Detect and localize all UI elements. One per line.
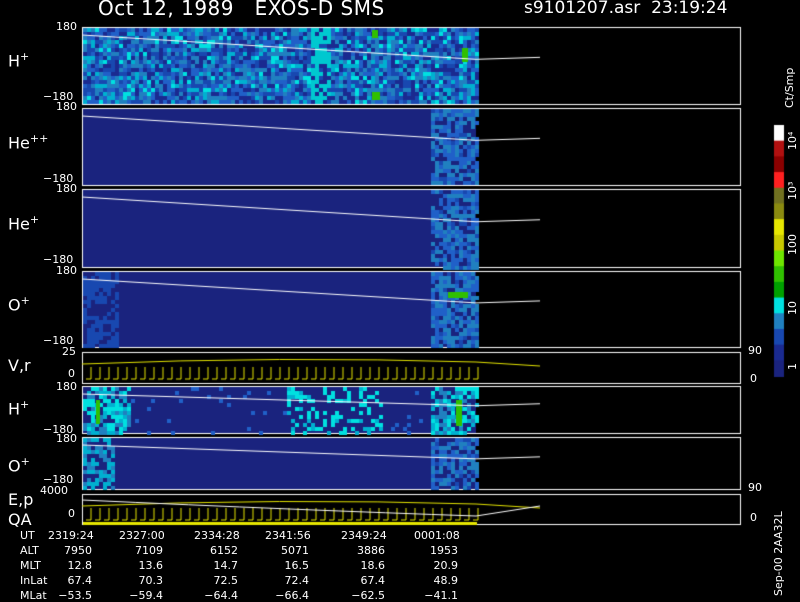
ytick-vr-bot: 0 xyxy=(68,367,75,380)
colorbar-tick-4: 1 xyxy=(786,363,799,370)
ephemeris-cell: 16.5 xyxy=(284,559,310,572)
ytick-hplus2-top: 180 xyxy=(56,380,77,393)
ytick-op2-top: 180 xyxy=(56,432,77,445)
panel-label-h-plus-2: H+ xyxy=(8,398,30,419)
panel-label-qa: QA xyxy=(8,510,32,529)
ephemeris-cell: 70.3 xyxy=(138,574,164,587)
rtick-vr-bot: 0 xyxy=(750,372,757,385)
ephemeris-cell: 14.7 xyxy=(213,559,239,572)
ephemeris-row-label: MLT xyxy=(20,559,41,572)
ephemeris-cell: 67.4 xyxy=(360,574,386,587)
ephemeris-row-label: MLat xyxy=(20,589,47,602)
ephemeris-cell: −59.4 xyxy=(129,589,163,602)
panel-label-he-plus: He+ xyxy=(8,213,40,234)
ephemeris-row-label: ALT xyxy=(20,544,39,557)
ephemeris-cell: 2334:28 xyxy=(194,529,240,542)
ephemeris-cell: 72.5 xyxy=(213,574,239,587)
rtick-vr-top: 90 xyxy=(748,344,762,357)
rtick-ep-top: 90 xyxy=(748,481,762,494)
ytick-hplus-top: 180 xyxy=(56,20,77,33)
colorbar-tick-3: 10 xyxy=(786,301,799,315)
colorbar-tick-0: 10⁴ xyxy=(786,131,799,150)
ytick-op-top: 180 xyxy=(56,264,77,277)
ytick-ep-top: 4000 xyxy=(40,484,68,497)
colorbar-tick-1: 10³ xyxy=(786,181,799,200)
colorbar-unit: Ct/Smp xyxy=(783,67,796,108)
ephemeris-cell: 48.9 xyxy=(433,574,459,587)
ephemeris-cell: 7950 xyxy=(64,544,92,557)
ephemeris-row-label: InLat xyxy=(20,574,48,587)
ephemeris-cell: 2341:56 xyxy=(265,529,311,542)
ytick-hepp-top: 180 xyxy=(56,100,77,113)
panel-label-h-plus: H+ xyxy=(8,50,30,71)
ephemeris-cell: 13.6 xyxy=(138,559,164,572)
ephemeris-cell: 7109 xyxy=(135,544,163,557)
ephemeris-cell: 72.4 xyxy=(284,574,310,587)
ephemeris-cell: 1953 xyxy=(430,544,458,557)
ephemeris-cell: 67.4 xyxy=(67,574,93,587)
rtick-ep-bot: 0 xyxy=(750,511,757,524)
panel-label-he-plusplus: He++ xyxy=(8,132,49,153)
file-name: s9101207.asr 23:19:24 xyxy=(524,0,728,18)
ephemeris-cell: −62.5 xyxy=(351,589,385,602)
ephemeris-cell: −53.5 xyxy=(58,589,92,602)
ephemeris-cell: 2349:24 xyxy=(341,529,387,542)
ephemeris-cell: 18.6 xyxy=(360,559,386,572)
ytick-hep-top: 180 xyxy=(56,182,77,195)
ephemeris-cell: 2327:00 xyxy=(119,529,165,542)
spectrogram-canvas xyxy=(0,0,800,600)
ephemeris-cell: 5071 xyxy=(281,544,309,557)
ytick-ep-bot: 0 xyxy=(68,507,75,520)
footer-stamp: Sep-00 2AA32L xyxy=(772,511,785,596)
ephemeris-cell: 12.8 xyxy=(67,559,93,572)
colorbar-tick-2: 100 xyxy=(786,234,799,255)
panel-label-ep: E,p xyxy=(8,490,34,509)
ephemeris-cell: 20.9 xyxy=(433,559,459,572)
ephemeris-cell: −41.1 xyxy=(424,589,458,602)
ephemeris-cell: 3886 xyxy=(357,544,385,557)
panel-label-o-plus: O+ xyxy=(8,294,30,315)
time-stamp: 23:19:24 xyxy=(651,0,728,18)
ephemeris-cell: −66.4 xyxy=(275,589,309,602)
ephemeris-cell: 2319:24 xyxy=(48,529,94,542)
ytick-vr-top: 25 xyxy=(62,345,76,358)
ephemeris-cell: 6152 xyxy=(210,544,238,557)
chart-title: Oct 12, 1989 EXOS-D SMS xyxy=(98,0,385,20)
ephemeris-row-label: UT xyxy=(20,529,35,542)
ephemeris-cell: −64.4 xyxy=(204,589,238,602)
ephemeris-cell: 0001:08 xyxy=(414,529,460,542)
panel-label-vr: V,r xyxy=(8,356,31,375)
panel-label-o-plus-2: O+ xyxy=(8,455,30,476)
